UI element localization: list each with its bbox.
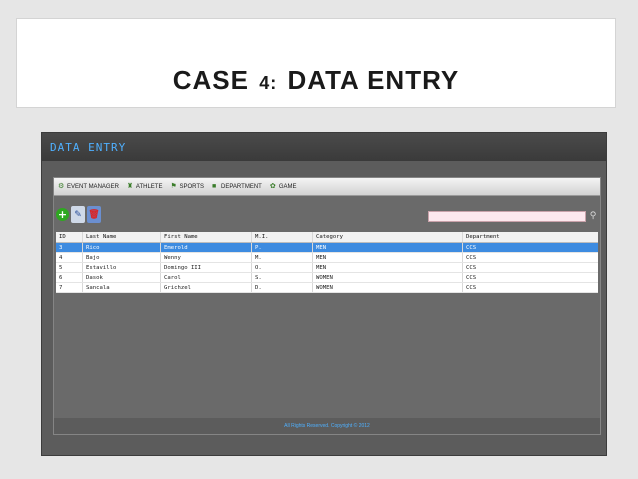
cell-last-name: Dasok [83,273,161,282]
delete-button[interactable]: 🗑 [87,206,101,223]
table-header: ID Last Name First Name M.I. Category De… [56,232,598,243]
search-input[interactable] [429,221,585,231]
edit-button[interactable]: ✎ [71,206,85,223]
menu-item-department[interactable]: ■ DEPARTMENT [212,183,262,190]
cell-mi: O. [252,263,313,272]
cell-first-name: Domingo III [161,263,252,272]
table-body: 3 Rico Emerold P. MEN CCS 4 Bajo Wenny M. MEN CCS 5 E… [56,243,598,293]
cell-last-name: Sancala [83,283,161,292]
cell-last-name: Bajo [83,253,161,262]
department-icon: ■ [212,183,217,190]
cell-department: CCS [466,255,477,261]
table-row[interactable]: 4 Bajo Wenny M. MEN CCS [56,253,598,263]
column-header-category[interactable]: Category [313,232,463,242]
cell-last-name: Estavillo [83,263,161,272]
cell-id: 7 [56,283,83,292]
table-row[interactable]: 5 Estavillo Domingo III O. MEN CCS [56,263,598,273]
content-panel: ⚙ EVENT MANAGER ♜ ATHLETE ⚑ SPORTS ■ DEP… [53,177,601,435]
menu-item-game[interactable]: ✿ GAME [270,183,297,190]
menu-bar: ⚙ EVENT MANAGER ♜ ATHLETE ⚑ SPORTS ■ DEP… [54,178,600,196]
app-window: DATA ENTRY ⚙ EVENT MANAGER ♜ ATHLETE ⚑ S… [41,132,607,456]
cell-first-name: Grichzel [161,283,252,292]
edit-icon: ✎ [74,209,82,220]
cell-mi: D. [252,283,313,292]
cell-department: CCS [466,285,477,291]
sports-icon: ⚑ [170,183,177,190]
add-button[interactable]: + [56,208,69,221]
table-row[interactable]: 7 Sancala Grichzel D. WOMEN CCS [56,283,598,293]
column-header-id[interactable]: ID [56,232,83,242]
cell-mi: S. [252,273,313,282]
slide-title-prefix: CASE [172,65,249,95]
cell-last-name: Rico [83,243,161,252]
cell-category: WOMEN [313,283,463,292]
cell-id: 4 [56,253,83,262]
cell-id: 3 [56,243,83,252]
search-box [428,211,586,231]
game-icon: ✿ [269,183,276,190]
cell-category: MEN [313,243,463,252]
cell-department: CCS [466,275,477,281]
event-icon: ⚙ [58,183,65,190]
cell-id: 5 [56,263,83,272]
menu-item-label: EVENT MANAGER [67,183,119,190]
column-header-mi[interactable]: M.I. [252,232,313,242]
menu-item-sports[interactable]: ⚑ SPORTS [170,183,204,190]
toolbar: + ✎ 🗑 [56,206,101,224]
cell-category: MEN [313,263,463,272]
cell-first-name: Carol [161,273,252,282]
footer-copyright: All Rights Reserved. Copyright © 2012 [54,418,600,434]
cell-department: CCS [466,265,477,271]
slide-title: CASE 4: DATA ENTRY [17,65,615,96]
cell-first-name: Emerold [161,243,252,252]
column-header-last-name[interactable]: Last Name [83,232,161,242]
cell-category: WOMEN [313,273,463,282]
menu-item-label: GAME [278,183,297,190]
cell-department: CCS [466,245,477,251]
app-header: DATA ENTRY [42,133,606,161]
data-table: ID Last Name First Name M.I. Category De… [56,232,598,412]
slide-title-suffix: DATA ENTRY [287,65,460,95]
column-header-first-name[interactable]: First Name [161,232,252,242]
cell-mi: M. [252,253,313,262]
menu-item-athlete[interactable]: ♜ ATHLETE [127,183,163,190]
cell-first-name: Wenny [161,253,252,262]
search-icon[interactable]: ⚲ [588,210,598,222]
menu-item-label: DEPARTMENT [221,183,262,190]
menu-item-label: ATHLETE [135,183,163,190]
menu-item-event-manager[interactable]: ⚙ EVENT MANAGER [58,183,119,190]
table-row[interactable]: 3 Rico Emerold P. MEN CCS [56,243,598,253]
column-header-department[interactable]: Department [463,232,598,242]
cell-mi: P. [252,243,313,252]
table-row[interactable]: 6 Dasok Carol S. WOMEN CCS [56,273,598,283]
window-title: DATA ENTRY [50,141,127,154]
slide-title-number: 4: [259,73,278,93]
cell-category: MEN [313,253,463,262]
delete-icon: 🗑 [88,209,100,220]
menu-item-label: SPORTS [179,183,205,190]
slide-title-box: CASE 4: DATA ENTRY [17,19,615,107]
athlete-icon: ♜ [126,183,134,190]
cell-id: 6 [56,273,83,282]
add-icon: + [57,208,68,221]
